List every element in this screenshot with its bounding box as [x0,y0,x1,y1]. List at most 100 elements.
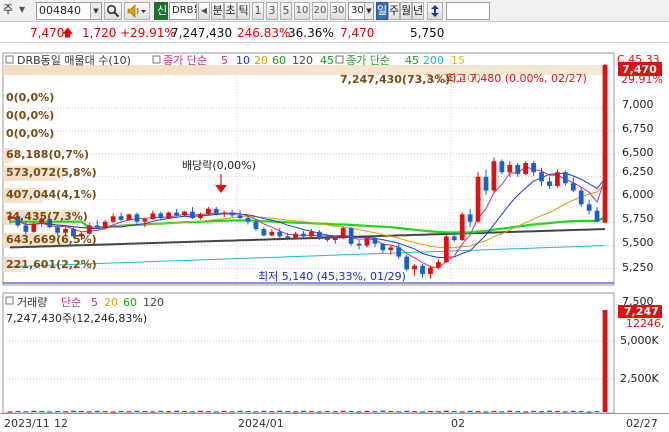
interval-minute-button[interactable]: 분 [211,2,224,20]
candle-body [31,223,37,232]
period-3-button[interactable]: 3 [266,2,278,20]
volume-bar [31,410,37,412]
stock-name-field: DRB동 [169,2,197,20]
candle-body [483,176,489,191]
quote-bar: 7,470 🡅 1,720 +29.91% 7,247,430 246.83% … [0,23,669,43]
volume-bar [467,410,473,412]
volume-bar [15,410,21,412]
menu-label[interactable]: 주 [1,2,17,20]
candle-body [523,163,529,175]
toolbar: 주 ▼ 004840 ▼ 신 DRB동 ◀ 분 초 틱 1 3 5 10 20 … [0,0,669,22]
low-price-label: 최저 5,140 (45,33%, 01/29) [258,270,406,283]
candle-body [539,172,544,182]
volume-bar [412,411,417,413]
candle-body [261,229,267,236]
vp-label-2: 0(0,0%) [6,91,54,104]
day-button[interactable]: 일 [376,2,388,20]
candle-body [166,212,172,219]
volume-ratio: 246.83% [237,26,291,40]
volume-bar [245,411,251,413]
vp-label-6: 573,072(5,8%) [6,166,97,179]
price-tick-6: 5,750 [622,212,654,225]
scroll-button[interactable] [427,2,443,20]
volume-bar [166,411,172,413]
period-10-button[interactable]: 10 [294,2,310,20]
volume-bar [507,410,513,412]
candle-body [237,215,243,219]
stock-code-input[interactable]: 004840 ▼ [36,2,102,20]
volume-bar [269,411,275,413]
volume-bar [404,410,410,412]
candle-body [586,204,592,211]
volume-bar [491,410,497,412]
volume-bar [174,410,179,412]
legend-ma-label: 종가 단순 [163,54,207,67]
price-change: 1,720 [82,26,117,40]
volume-axis: 7,500 7,247 12246, 5,000K 2,500K [618,295,665,385]
change-percent: +29.91% [120,26,176,40]
candle-body [150,213,156,219]
search-button[interactable] [104,2,122,20]
period-select-value: 30 [351,5,364,16]
volume-ma-label: 단순 [61,296,81,309]
date-axis: 2023/11 12 2024/01 02 02/27 [0,413,669,432]
candle-body [269,231,275,236]
vp-label-8: ?4,435(7,3%) [6,210,88,223]
month-button[interactable]: 월 [400,2,412,20]
period-20-button[interactable]: 20 [312,2,328,20]
period-dropdown-icon[interactable]: ▼ [364,3,373,19]
candle-body [277,231,283,237]
vp-label-3: 0(0,0%) [6,109,54,122]
period-select[interactable]: 30 ▼ [348,2,374,20]
volume-ma-20: 20 [104,296,118,309]
period-30-button[interactable]: 30 [330,2,346,20]
code-dropdown-icon[interactable]: ▼ [90,3,101,19]
candle-body [102,221,108,228]
prev-arrow-button[interactable]: ◀ [198,2,210,20]
candle-body [118,216,124,220]
candle-body [110,216,116,222]
candle-body [126,214,132,220]
volume-bar [142,411,148,413]
candle-body [221,212,227,214]
legend-ma2-45: 45 [405,54,419,67]
price-tick-7: 5,500 [622,236,654,249]
volume-bar [475,411,481,413]
menu-dropdown-icon[interactable]: ▼ [17,2,32,20]
price-tick-8: 5,250 [622,261,654,274]
period-1-button[interactable]: 1 [252,2,264,20]
volume-bar [158,410,164,412]
year-button[interactable]: 년 [412,2,424,20]
volume-bar [324,410,330,412]
mode-badge[interactable]: 신 [154,2,168,20]
vp-label-9: 643,669(6,5%) [6,233,97,246]
volume-bar [102,411,108,413]
candle-body [213,208,219,214]
candle-body [428,267,433,274]
volume-bar [594,410,600,412]
extra-input[interactable] [446,2,490,20]
price-tick-3: 6,500 [622,146,654,159]
candle-body [253,221,259,230]
volume-tick-2: 2,500K [620,372,659,385]
candle-body [293,233,298,239]
date-label-1: 2023/11 [4,417,50,430]
candle-body [324,238,330,241]
volume-bar [602,309,608,412]
volume-bar [443,410,449,412]
interval-second-button[interactable]: 초 [224,2,237,20]
quote-price-2: 7,470 [340,26,375,40]
speaker-button[interactable] [124,2,150,20]
candle-body [198,214,203,219]
interval-tick-button[interactable]: 틱 [237,2,250,20]
legend-ma-20: 20 [254,54,268,67]
candle-body [507,164,513,173]
candle-body [404,256,410,270]
stock-chart[interactable]: DRB동일 매물대 수(10) 종가 단순 5 10 20 60 120 45 … [0,45,669,413]
candle-body [562,172,568,184]
price-axis: C 45.33 29.91% 7,000 6,750 6,500 6,250 6… [617,53,663,274]
candle-body [467,214,473,222]
candle-body [55,227,60,233]
period-5-button[interactable]: 5 [280,2,292,20]
week-button[interactable]: 주 [388,2,400,20]
